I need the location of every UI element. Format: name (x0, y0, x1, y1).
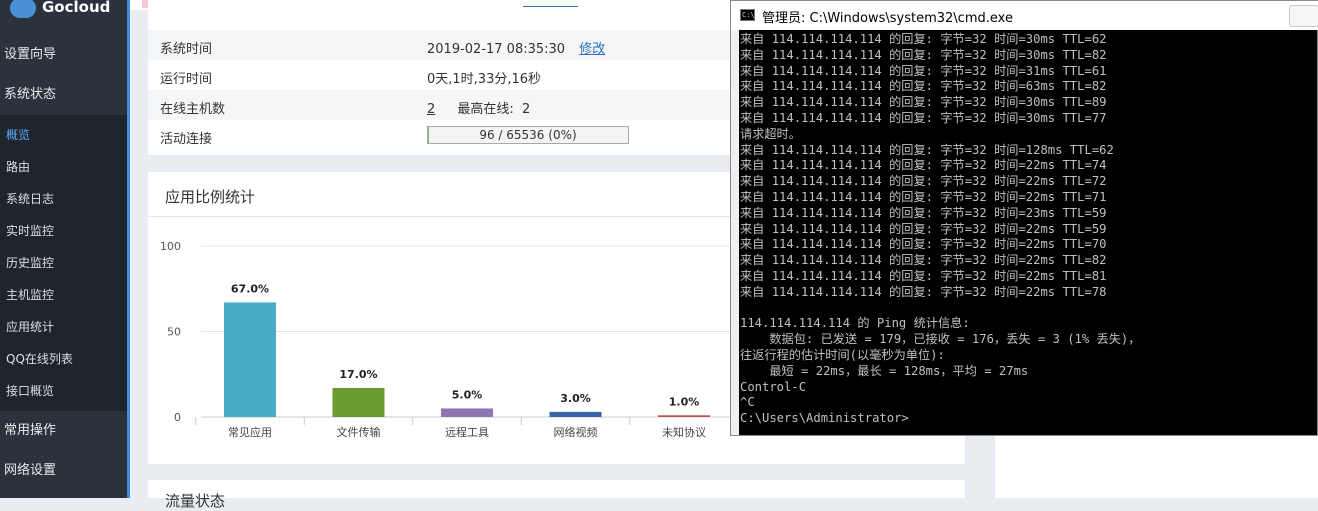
data-label: 5.0% (452, 388, 483, 401)
max-online-value: 2 (522, 102, 530, 117)
sidebar-item-overview[interactable]: 概览 (0, 119, 127, 151)
modify-time-link[interactable]: 修改 (579, 42, 605, 57)
bar (224, 302, 276, 417)
sidebar-item-system-log[interactable]: 系统日志 (0, 183, 127, 215)
bar (333, 388, 385, 417)
cmd-line: 来自 114.114.114.114 的回复: 字节=32 时间=30ms TT… (740, 31, 1107, 47)
system-time-text: 2019-02-17 08:35:30 (427, 42, 565, 57)
cmd-line: 来自 114.114.114.114 的回复: 字节=32 时间=22ms TT… (740, 236, 1107, 252)
system-time-label: 系统时间 (160, 38, 212, 57)
sidebar-item-qq-online[interactable]: QQ在线列表 (0, 343, 127, 375)
cmd-line: 来自 114.114.114.114 的回复: 字节=32 时间=22ms TT… (740, 284, 1107, 300)
uptime-value: 0天,1时,33分,16秒 (427, 68, 541, 87)
uptime-label: 运行时间 (160, 68, 212, 87)
cropped-link[interactable] (523, 6, 578, 7)
data-label: 67.0% (231, 282, 269, 295)
cmd-title: 管理员: C:\Windows\system32\cmd.exe (762, 7, 1013, 26)
online-hosts-value: 2 最高在线: 2 (427, 98, 530, 117)
info-row-system-time: 系统时间 2019-02-17 08:35:30 修改 (148, 30, 730, 60)
data-label: 17.0% (339, 368, 377, 381)
online-hosts-link[interactable]: 2 (427, 102, 435, 117)
cmd-line: 来自 114.114.114.114 的回复: 字节=32 时间=22ms TT… (740, 268, 1107, 284)
sidebar: Gocloud 设置向导 系统状态 概览 路由 系统日志 实时监控 历史监控 主… (0, 0, 127, 498)
minimize-button[interactable] (1289, 5, 1318, 27)
connections-value: 96 / 65536 (0%) (479, 128, 576, 142)
traffic-status-title: 流量状态 (165, 490, 225, 511)
info-row-partial (148, 0, 730, 10)
x-tick-label: 远程工具 (445, 426, 489, 439)
cmd-line: ^C (740, 394, 755, 410)
cmd-line: 来自 114.114.114.114 的回复: 字节=32 时间=30ms TT… (740, 47, 1107, 63)
brand-name: Gocloud (42, 0, 110, 16)
cmd-window[interactable]: C:\ 管理员: C:\Windows\system32\cmd.exe 来自 … (730, 0, 1318, 436)
cmd-line: 来自 114.114.114.114 的回复: 字节=32 时间=23ms TT… (740, 205, 1107, 221)
data-label: 1.0% (669, 395, 700, 408)
sidebar-group-network-settings[interactable]: 网络设置 (0, 451, 127, 491)
online-hosts-label: 在线主机数 (160, 98, 225, 117)
cmd-line: 来自 114.114.114.114 的回复: 字节=32 时间=128ms T… (740, 142, 1114, 158)
sidebar-edge (127, 0, 130, 498)
y-tick-label: 50 (167, 326, 181, 339)
cmd-line: 来自 114.114.114.114 的回复: 字节=32 时间=22ms TT… (740, 173, 1107, 189)
y-tick-label: 100 (160, 240, 181, 253)
cmd-line: 来自 114.114.114.114 的回复: 字节=32 时间=63ms TT… (740, 78, 1107, 94)
cmd-console[interactable]: 来自 114.114.114.114 的回复: 字节=32 时间=30ms TT… (739, 30, 1317, 435)
sidebar-group-common-ops[interactable]: 常用操作 (0, 411, 127, 451)
cmd-line: 最短 = 22ms，最长 = 128ms，平均 = 27ms (740, 363, 1028, 379)
info-row-uptime: 运行时间 0天,1时,33分,16秒 (148, 60, 730, 90)
cmd-line: 来自 114.114.114.114 的回复: 字节=32 时间=30ms TT… (740, 110, 1107, 126)
cmd-line: 请求超时。 (740, 126, 801, 142)
info-row-connections: 活动连接 96 / 65536 (0%) (148, 120, 730, 150)
cmd-line: C:\Users\Administrator> (740, 410, 909, 426)
brand-logo[interactable]: Gocloud (0, 0, 127, 28)
x-tick-label: 文件传输 (337, 425, 381, 439)
cmd-line: 来自 114.114.114.114 的回复: 字节=32 时间=22ms TT… (740, 157, 1107, 173)
sidebar-submenu: 概览 路由 系统日志 实时监控 历史监控 主机监控 应用统计 QQ在线列表 接口… (0, 115, 127, 411)
connections-label: 活动连接 (160, 128, 212, 147)
cmd-line: 数据包: 已发送 = 179，已接收 = 176，丢失 = 3 (1% 丢失)， (740, 331, 1140, 347)
max-online-label: 最高在线: (457, 102, 513, 117)
cmd-line: 来自 114.114.114.114 的回复: 字节=32 时间=22ms TT… (740, 221, 1107, 237)
cloud-logo-icon (10, 0, 36, 18)
sidebar-item-realtime-monitor[interactable]: 实时监控 (0, 215, 127, 247)
sidebar-item-app-stats[interactable]: 应用统计 (0, 311, 127, 343)
bar (441, 408, 493, 417)
cmd-line: 来自 114.114.114.114 的回复: 字节=32 时间=31ms TT… (740, 63, 1107, 79)
y-tick-label: 0 (174, 411, 181, 424)
sidebar-group-system-status[interactable]: 系统状态 (0, 75, 127, 115)
data-label: 3.0% (560, 392, 591, 405)
traffic-status-card: 流量状态 (148, 480, 965, 498)
sidebar-group-setup-wizard[interactable]: 设置向导 (0, 35, 127, 75)
system-time-value: 2019-02-17 08:35:30 修改 (427, 38, 605, 57)
sidebar-item-host-monitor[interactable]: 主机监控 (0, 279, 127, 311)
bar (658, 415, 710, 417)
info-row-online-hosts: 在线主机数 2 最高在线: 2 (148, 90, 730, 120)
cmd-line: 114.114.114.114 的 Ping 统计信息: (740, 315, 970, 331)
cmd-line: 来自 114.114.114.114 的回复: 字节=32 时间=22ms TT… (740, 252, 1107, 268)
cmd-titlebar[interactable]: C:\ 管理员: C:\Windows\system32\cmd.exe (731, 1, 1318, 30)
sidebar-item-interface-overview[interactable]: 接口概览 (0, 375, 127, 407)
system-info-card: 系统时间 2019-02-17 08:35:30 修改 运行时间 0天,1时,3… (148, 0, 730, 155)
cmd-line: 来自 114.114.114.114 的回复: 字节=32 时间=22ms TT… (740, 189, 1107, 205)
connections-progress-bar: 96 / 65536 (0%) (427, 126, 629, 144)
x-tick-label: 常见应用 (228, 425, 272, 439)
sidebar-item-history-monitor[interactable]: 历史监控 (0, 247, 127, 279)
cmd-app-icon: C:\ (740, 9, 755, 21)
x-tick-label: 网络视频 (554, 425, 598, 439)
cmd-line: 往返行程的估计时间(以毫秒为单位): (740, 347, 945, 363)
x-tick-label: 未知协议 (662, 425, 706, 439)
cmd-line: Control-C (740, 379, 806, 395)
bar (550, 412, 602, 417)
cmd-line: 来自 114.114.114.114 的回复: 字节=32 时间=30ms TT… (740, 94, 1107, 110)
sidebar-item-route[interactable]: 路由 (0, 151, 127, 183)
